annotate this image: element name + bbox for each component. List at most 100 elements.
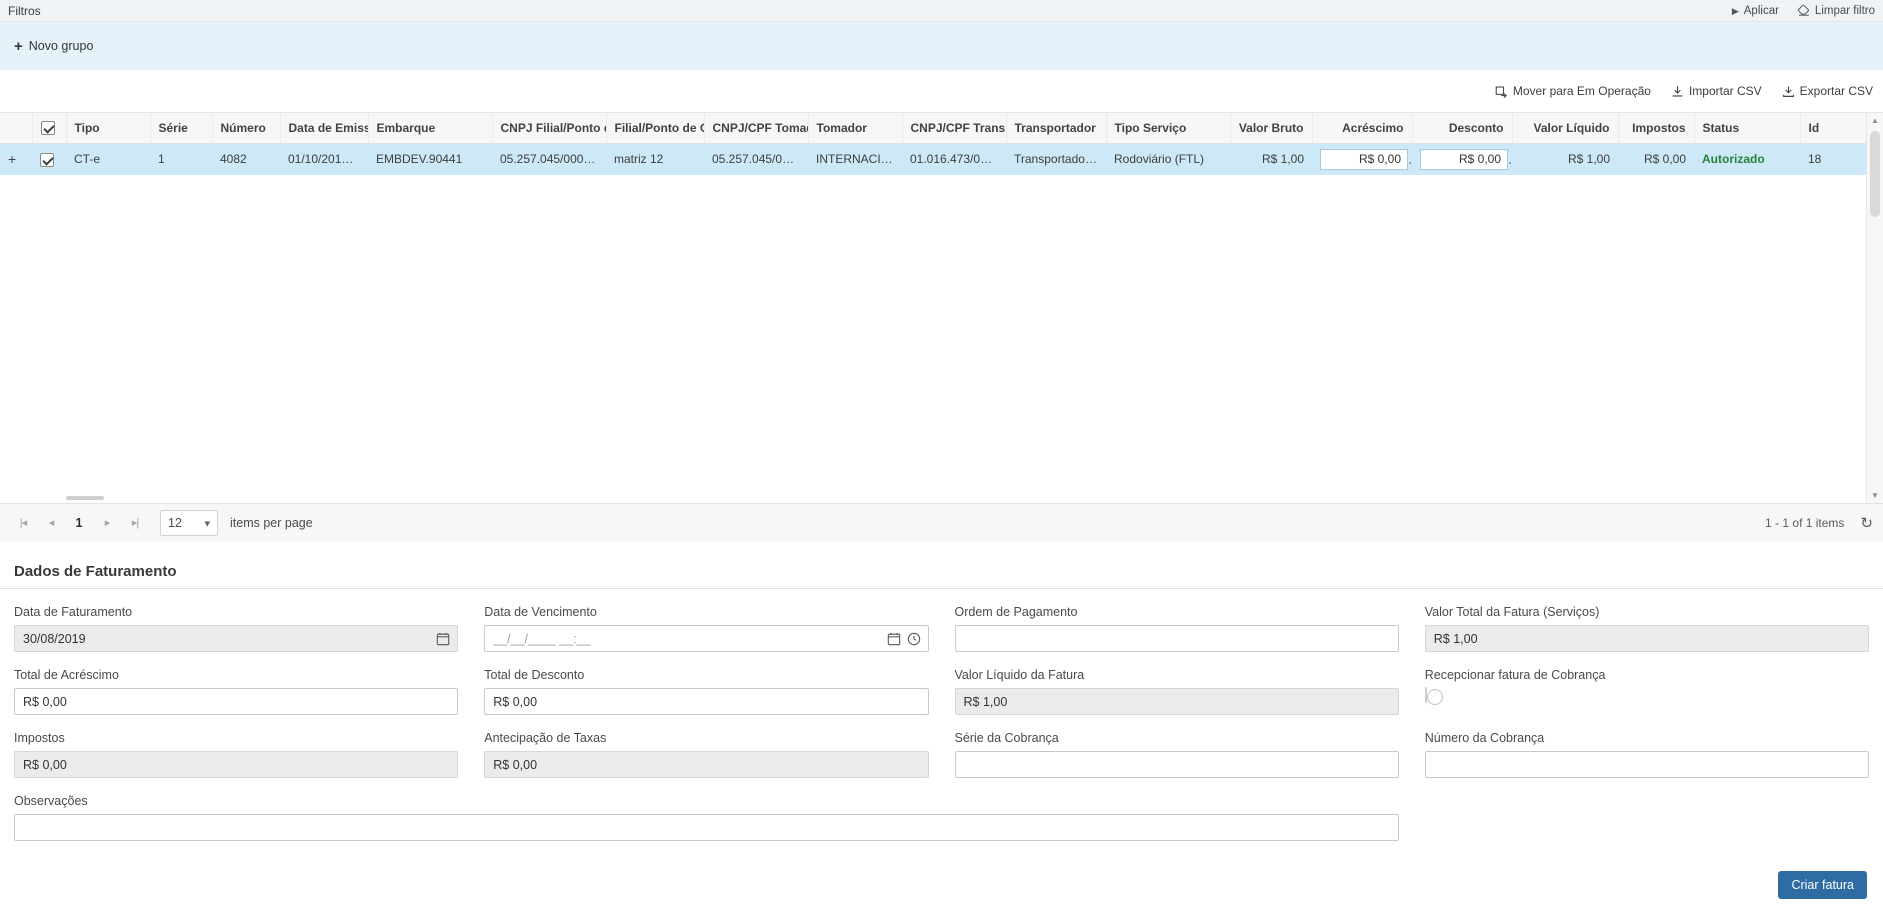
column-header-valor-bruto[interactable]: Valor Bruto <box>1230 113 1312 143</box>
scroll-up-icon[interactable] <box>1867 116 1883 125</box>
column-header-cnpj-tomador[interactable]: CNPJ/CPF Tomador <box>704 113 808 143</box>
items-per-page-label: items per page <box>230 516 313 530</box>
valor-liquido-label: Valor Líquido da Fatura <box>955 668 1399 682</box>
column-header-transportador[interactable]: Transportador <box>1006 113 1106 143</box>
cell-valor-liquido: R$ 1,00 <box>1512 143 1618 175</box>
pager-first-button[interactable] <box>10 510 36 536</box>
move-operation-icon <box>1495 85 1508 98</box>
column-header-numero[interactable]: Número <box>212 113 280 143</box>
field-serie-cobranca: Série da Cobrança <box>955 715 1399 778</box>
scroll-down-icon[interactable] <box>1867 491 1883 500</box>
cell-valor-bruto: R$ 1,00 <box>1230 143 1312 175</box>
valor-total-label: Valor Total da Fatura (Serviços) <box>1425 605 1869 619</box>
page-size-dropdown[interactable]: 12 <box>160 510 218 536</box>
vertical-scrollbar[interactable] <box>1866 113 1883 503</box>
column-header-tipo[interactable]: Tipo <box>66 113 150 143</box>
export-csv-button[interactable]: Exportar CSV <box>1782 84 1873 98</box>
export-csv-label: Exportar CSV <box>1800 84 1873 98</box>
pager-prev-button[interactable] <box>38 510 64 536</box>
calendar-icon[interactable] <box>436 632 450 646</box>
vertical-scrollbar-thumb[interactable] <box>1870 131 1880 217</box>
pager-next-button[interactable] <box>94 510 120 536</box>
table-row[interactable]: CT-e 1 4082 01/10/2018 11:07 EMBDEV.9044… <box>0 143 1866 175</box>
horizontal-scrollbar-thumb[interactable] <box>66 496 104 500</box>
acrescimo-input[interactable] <box>1320 149 1408 170</box>
column-header-filial[interactable]: Filial/Ponto de O... <box>606 113 704 143</box>
total-acrescimo-label: Total de Acréscimo <box>14 668 458 682</box>
play-icon <box>1732 5 1739 17</box>
data-faturamento-label: Data de Faturamento <box>14 605 458 619</box>
column-header-cnpj-transportador[interactable]: CNPJ/CPF Transp... <box>902 113 1006 143</box>
import-csv-label: Importar CSV <box>1689 84 1762 98</box>
import-csv-button[interactable]: Importar CSV <box>1671 84 1762 98</box>
new-group-button[interactable]: Novo grupo <box>14 39 93 54</box>
grid-pager: 1 12 items per page 1 - 1 of 1 items <box>0 503 1883 541</box>
export-csv-icon <box>1782 85 1795 98</box>
desconto-input[interactable] <box>1420 149 1508 170</box>
create-invoice-button[interactable]: Criar fatura <box>1778 871 1867 899</box>
expand-row-button[interactable] <box>8 153 16 167</box>
field-impostos: Impostos <box>14 715 458 778</box>
impostos-label: Impostos <box>14 731 458 745</box>
filters-title: Filtros <box>8 4 41 18</box>
results-table: Tipo Série Número Data de Emiss... Embar… <box>0 113 1866 175</box>
field-data-faturamento: Data de Faturamento <box>14 589 458 652</box>
filter-actions: Aplicar Limpar filtro <box>1732 4 1875 17</box>
cell-tomador: INTERNACIONAL E ... <box>808 143 902 175</box>
column-header-cnpj-filial[interactable]: CNPJ Filial/Ponto de ... <box>492 113 606 143</box>
select-all-checkbox[interactable] <box>41 121 55 135</box>
column-header-data-emissao[interactable]: Data de Emiss... <box>280 113 368 143</box>
ordem-pagamento-label: Ordem de Pagamento <box>955 605 1399 619</box>
recepcionar-toggle[interactable] <box>1425 687 1427 703</box>
column-header-serie[interactable]: Série <box>150 113 212 143</box>
cell-tipo: CT-e <box>66 143 150 175</box>
column-header-desconto[interactable]: Desconto <box>1412 113 1512 143</box>
total-acrescimo-input[interactable] <box>14 688 458 715</box>
plus-icon <box>14 39 23 54</box>
column-header-id[interactable]: Id <box>1800 113 1866 143</box>
cell-cnpj-tomador: 05.257.045/0001-60 <box>704 143 808 175</box>
apply-filter-button[interactable]: Aplicar <box>1732 5 1779 17</box>
expand-column-header <box>0 113 32 143</box>
select-all-header <box>32 113 66 143</box>
data-faturamento-input[interactable] <box>14 625 458 652</box>
column-header-embarque[interactable]: Embarque <box>368 113 492 143</box>
ordem-pagamento-input[interactable] <box>955 625 1399 652</box>
horizontal-scrollbar[interactable] <box>0 496 1866 502</box>
serie-cobranca-input[interactable] <box>955 751 1399 778</box>
column-header-acrescimo[interactable]: Acréscimo <box>1312 113 1412 143</box>
cell-desconto <box>1412 143 1512 175</box>
clock-icon[interactable] <box>907 632 921 646</box>
field-numero-cobranca: Número da Cobrança <box>1425 715 1869 778</box>
caret-down-icon <box>204 516 210 530</box>
column-header-valor-liquido[interactable]: Valor Líquido <box>1512 113 1618 143</box>
observacoes-label: Observações <box>14 794 1399 808</box>
calendar-icon[interactable] <box>887 632 901 646</box>
row-checkbox[interactable] <box>40 153 54 167</box>
cell-id: 18 <box>1800 143 1866 175</box>
observacoes-input[interactable] <box>14 814 1399 841</box>
column-header-tipo-servico[interactable]: Tipo Serviço <box>1106 113 1230 143</box>
move-to-operation-button[interactable]: Mover para Em Operação <box>1495 84 1651 98</box>
data-vencimento-input[interactable] <box>484 625 928 652</box>
form-actions: Criar fatura <box>0 841 1883 899</box>
cell-serie: 1 <box>150 143 212 175</box>
filter-group-panel: Novo grupo <box>0 22 1883 70</box>
eraser-icon <box>1797 4 1810 17</box>
impostos-input <box>14 751 458 778</box>
pager-last-button[interactable] <box>122 510 148 536</box>
cell-data-emissao: 01/10/2018 11:07 <box>280 143 368 175</box>
clear-filter-button[interactable]: Limpar filtro <box>1797 4 1875 17</box>
field-total-desconto: Total de Desconto <box>484 652 928 715</box>
field-data-vencimento: Data de Vencimento <box>484 589 928 652</box>
pager-page-1[interactable]: 1 <box>66 510 92 536</box>
numero-cobranca-label: Número da Cobrança <box>1425 731 1869 745</box>
pager-info: 1 - 1 of 1 items <box>1765 514 1873 532</box>
refresh-icon[interactable] <box>1860 514 1873 532</box>
column-header-tomador[interactable]: Tomador <box>808 113 902 143</box>
numero-cobranca-input[interactable] <box>1425 751 1869 778</box>
serie-cobranca-label: Série da Cobrança <box>955 731 1399 745</box>
total-desconto-input[interactable] <box>484 688 928 715</box>
column-header-status[interactable]: Status <box>1694 113 1800 143</box>
column-header-impostos[interactable]: Impostos <box>1618 113 1694 143</box>
